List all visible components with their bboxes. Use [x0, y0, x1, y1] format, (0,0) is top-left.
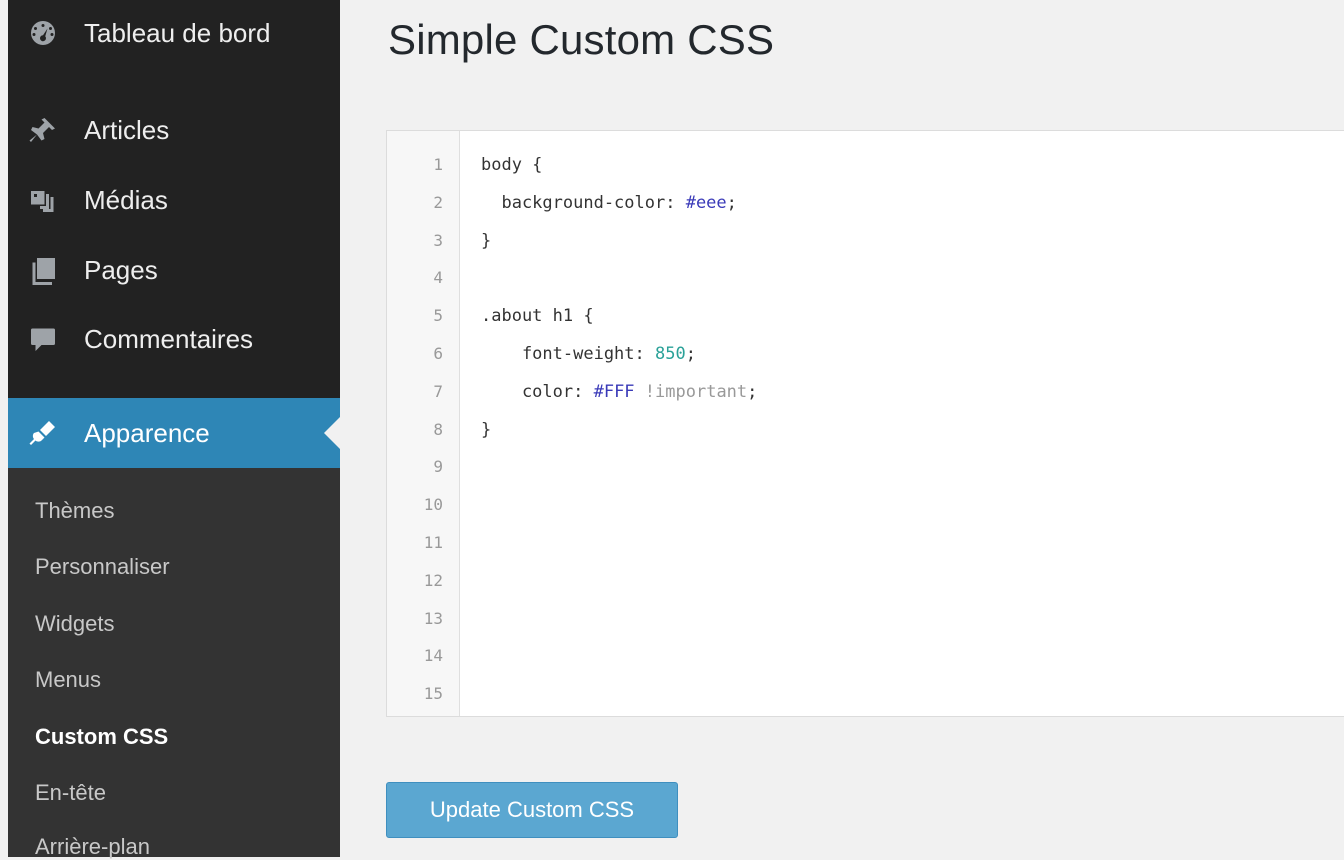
code-line: 12 [387, 563, 1344, 599]
page-title: Simple Custom CSS [388, 16, 775, 63]
sidebar-item-articles[interactable]: Articles [8, 105, 340, 155]
code-token: } [481, 230, 492, 251]
code-token: .about h1 { [481, 306, 594, 327]
sidebar-item-dashboard[interactable]: Tableau de bord [8, 8, 340, 58]
code-token: body { [481, 155, 543, 175]
code-text: } [481, 223, 491, 259]
dashboard-icon [26, 16, 60, 50]
sidebar-item-commentaires[interactable]: Commentaires [8, 314, 340, 364]
code-token: color: [481, 381, 594, 402]
line-number: 12 [423, 570, 443, 590]
line-number: 14 [423, 646, 443, 666]
code-line: 10 [387, 487, 1344, 523]
code-text: font-weight: 850; [481, 336, 696, 372]
code-line: 11 [387, 525, 1344, 561]
line-number: 9 [433, 457, 443, 477]
code-line: 7 color: #FFF !important; [387, 374, 1344, 410]
sidebar-item-label: Commentaires [84, 323, 254, 354]
submenu-item-custom-css[interactable]: Custom CSS [35, 724, 168, 750]
code-line: 13 [387, 601, 1344, 637]
line-number: 8 [433, 419, 443, 439]
code-token: #FFF [593, 381, 635, 402]
submenu-item-en-tete[interactable]: En-tête [35, 780, 106, 806]
comment-icon [26, 322, 60, 356]
submenu-item-themes[interactable]: Thèmes [35, 498, 114, 524]
code-line: 5 .about h1 { [387, 298, 1344, 334]
code-line: 8} [387, 412, 1344, 448]
code-line: 4 [387, 260, 1344, 296]
sidebar-item-label: Apparence [84, 417, 210, 448]
sidebar-item-label: Tableau de bord [84, 17, 271, 48]
code-line: 6 font-weight: 850; [387, 336, 1344, 372]
code-token: font-weight: [481, 344, 655, 364]
line-number: 10 [423, 495, 443, 515]
code-token: 850 [655, 344, 686, 364]
sidebar-item-label: Articles [84, 114, 170, 145]
code-token: #eee [685, 192, 727, 213]
submenu-item-widgets[interactable]: Widgets [35, 611, 114, 637]
code-text: background-color: #eee; [481, 185, 737, 221]
code-token: } [481, 419, 492, 440]
appearance-submenu: Thèmes Personnaliser Widgets Menus Custo… [8, 468, 340, 860]
code-text: } [481, 412, 491, 448]
code-token: ; [685, 344, 696, 364]
submenu-item-menus[interactable]: Menus [35, 667, 101, 693]
line-number: 7 [433, 381, 443, 401]
code-token: ; [726, 192, 737, 213]
line-number: 15 [423, 684, 443, 704]
line-number: 11 [423, 533, 443, 552]
brush-icon [26, 416, 60, 450]
css-code-editor[interactable]: 1 body {2 background-color: #eee; 3} 4 5 .abo… [386, 130, 1344, 717]
line-number: 3 [433, 230, 443, 250]
code-text: body { [481, 147, 542, 183]
active-indicator-arrow [324, 417, 340, 449]
code-line: 3} [387, 223, 1344, 259]
admin-sidebar: Tableau de bord Articles Médias Pages Co… [8, 0, 340, 860]
code-token: !important [644, 381, 748, 402]
code-line: 14 [387, 638, 1344, 674]
line-number: 5 [433, 306, 443, 326]
sidebar-item-apparence[interactable]: Apparence [8, 398, 340, 468]
line-number: 1 [433, 155, 443, 174]
sidebar-item-medias[interactable]: Médias [8, 175, 340, 225]
update-custom-css-button[interactable]: Update Custom CSS [386, 782, 678, 838]
sidebar-item-label: Médias [84, 184, 168, 215]
code-line: 9 [387, 449, 1344, 485]
submenu-item-arriere-plan[interactable]: Arrière-plan [35, 834, 150, 860]
code-token: ; [747, 381, 758, 402]
line-number: 2 [433, 192, 443, 212]
submenu-item-personnaliser[interactable]: Personnaliser [35, 554, 170, 580]
code-line: 1 body { [387, 147, 1344, 183]
code-line: 2 background-color: #eee; [387, 185, 1344, 221]
pages-icon [26, 253, 60, 287]
code-token: background-color: [481, 192, 686, 213]
code-line: 15 [387, 676, 1344, 712]
media-icon [26, 183, 60, 217]
sidebar-item-label: Pages [84, 254, 158, 285]
line-number: 13 [423, 608, 443, 628]
code-text: color: #FFF !important; [481, 374, 757, 410]
line-number: 4 [433, 268, 443, 288]
pin-icon [26, 113, 60, 147]
code-text: .about h1 { [481, 298, 594, 334]
line-number: 6 [433, 344, 443, 363]
sidebar-item-pages[interactable]: Pages [8, 245, 340, 295]
